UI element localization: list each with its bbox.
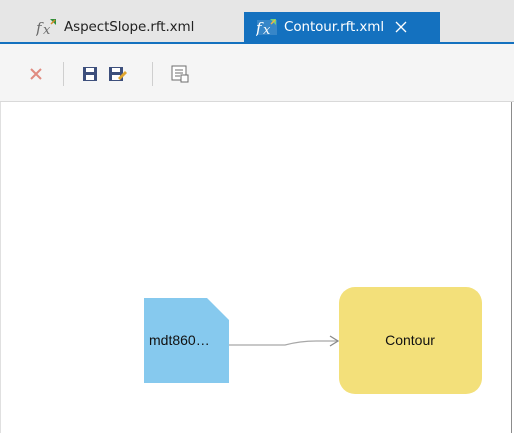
connector-arrow[interactable] <box>229 335 340 347</box>
raster-function-editor: f x AspectSlope.rft.xml f x Contour.rft.… <box>0 0 514 433</box>
input-raster-node[interactable]: mdt860… <box>144 298 229 383</box>
close-icon[interactable] <box>394 20 408 34</box>
tab-contour[interactable]: f x Contour.rft.xml <box>244 12 440 42</box>
save-icon <box>83 67 97 81</box>
save-button[interactable] <box>80 64 100 84</box>
tab-strip: f x AspectSlope.rft.xml f x Contour.rft.… <box>0 0 514 44</box>
svg-text:x: x <box>263 23 271 36</box>
diagram-canvas[interactable]: mdt860… Contour <box>0 102 512 433</box>
tab-aspectslope[interactable]: f x AspectSlope.rft.xml <box>24 12 224 42</box>
delete-button[interactable] <box>26 64 46 84</box>
delete-x-icon <box>30 68 42 80</box>
function-raster-icon: f x <box>256 18 278 36</box>
canvas-left-border <box>0 102 1 433</box>
input-raster-label: mdt860… <box>149 332 210 348</box>
properties-button[interactable] <box>170 64 190 84</box>
properties-icon <box>171 65 189 83</box>
tab-label: Contour.rft.xml <box>284 19 384 35</box>
contour-function-node[interactable]: Contour <box>339 287 482 394</box>
save-as-icon <box>109 67 127 81</box>
function-raster-icon: f x <box>36 18 58 36</box>
toolbar-separator <box>152 62 153 86</box>
svg-text:x: x <box>43 23 51 36</box>
save-as-button[interactable] <box>108 64 128 84</box>
canvas-right-border <box>511 102 512 433</box>
tab-label: AspectSlope.rft.xml <box>64 19 195 35</box>
toolbar-separator <box>63 62 64 86</box>
contour-function-label: Contour <box>385 332 435 348</box>
toolbar <box>0 44 514 102</box>
diagram-svg: mdt860… Contour <box>144 287 482 394</box>
